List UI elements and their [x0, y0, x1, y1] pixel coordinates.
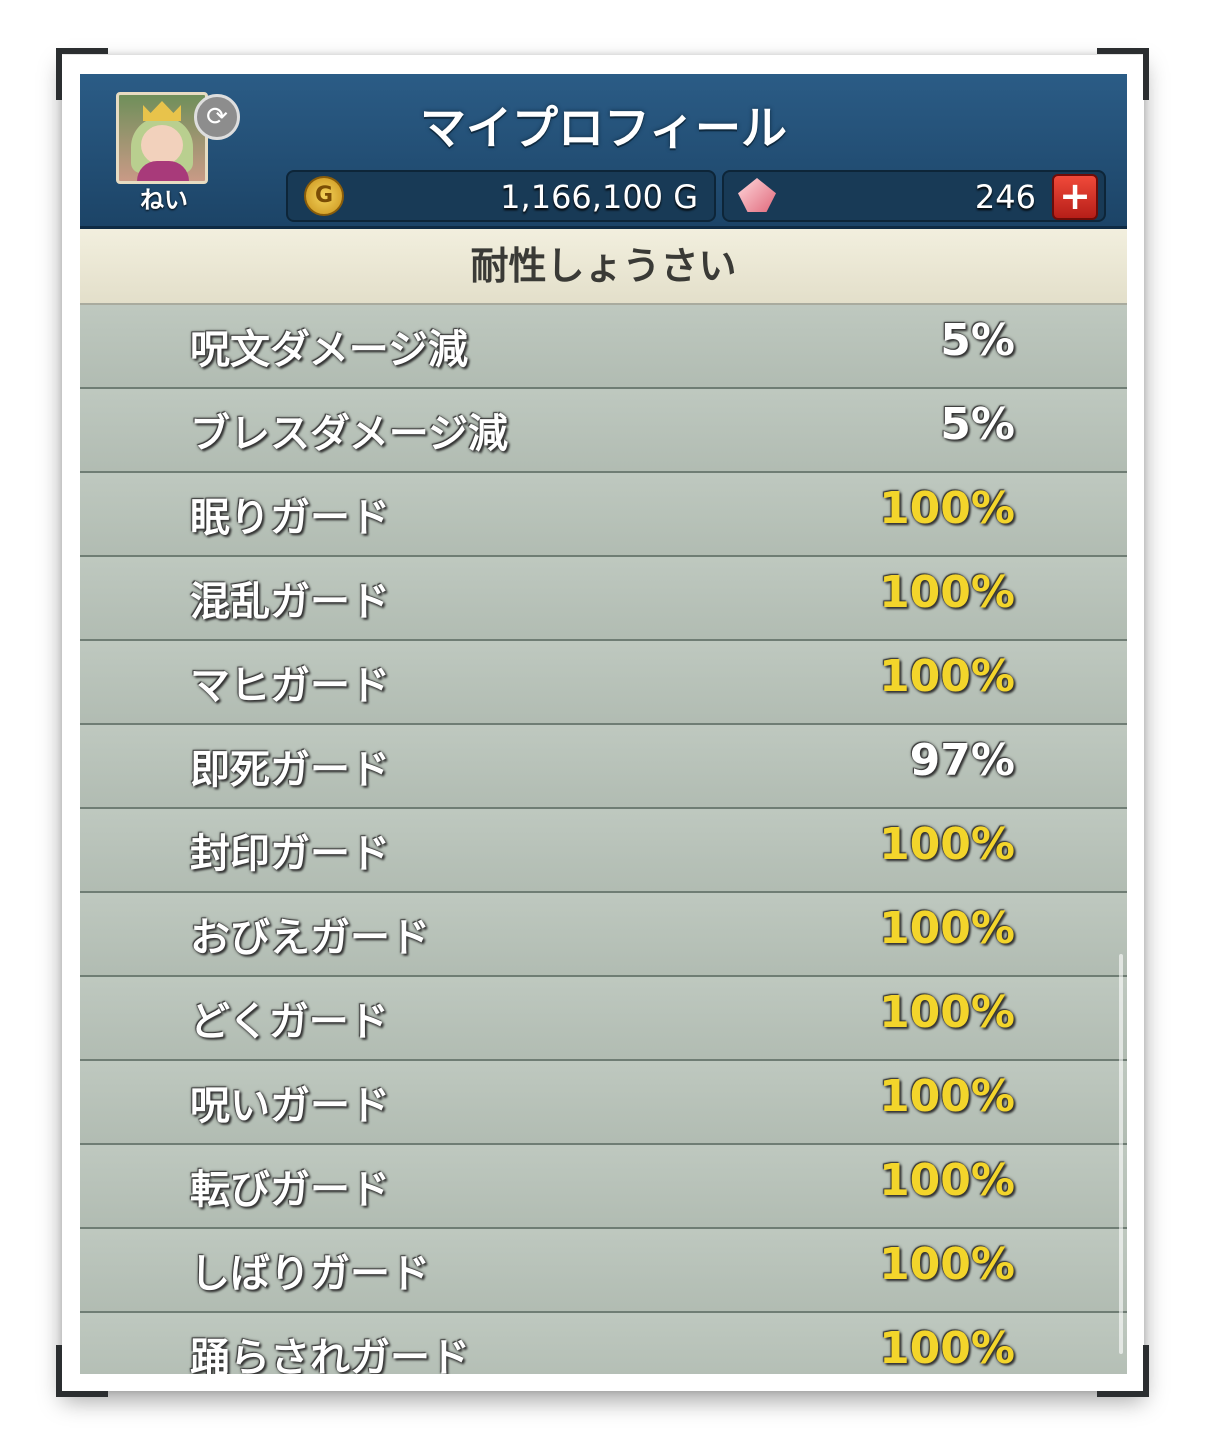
resistance-value: 100% — [879, 567, 1015, 618]
resistance-value: 100% — [879, 1071, 1015, 1122]
resistance-label: 封印ガード — [190, 831, 390, 877]
resistance-label: 呪いガード — [190, 1083, 390, 1129]
list-item: 即死ガード 97% — [80, 725, 1127, 809]
resistance-label: 踊らされガード — [190, 1335, 470, 1374]
resistance-value: 100% — [879, 987, 1015, 1038]
resistance-value: 5% — [940, 315, 1015, 366]
page-title: マイプロフィール — [419, 101, 788, 155]
resistance-value: 100% — [879, 819, 1015, 870]
resistance-value: 100% — [879, 903, 1015, 954]
resistance-value: 5% — [940, 399, 1015, 450]
resistance-label: 混乱ガード — [190, 579, 390, 625]
resistance-value: 100% — [879, 483, 1015, 534]
resistance-label: 呪文ダメージ減 — [190, 327, 468, 373]
gold-coin-icon: G — [304, 176, 344, 216]
resistance-label: しばりガード — [190, 1251, 430, 1297]
list-item: 混乱ガード 100% — [80, 557, 1127, 641]
list-item: 踊らされガード 100% — [80, 1313, 1127, 1374]
section-title: 耐性しょうさい — [80, 229, 1127, 305]
resistance-label: 即死ガード — [190, 747, 390, 793]
list-item: 呪いガード 100% — [80, 1061, 1127, 1145]
list-item: 呪文ダメージ減 5% — [80, 305, 1127, 389]
resistance-value: 100% — [879, 1239, 1015, 1290]
list-item: しばりガード 100% — [80, 1229, 1127, 1313]
list-item: 封印ガード 100% — [80, 809, 1127, 893]
gem-amount: 246 — [974, 178, 1036, 216]
resistance-value: 100% — [879, 1155, 1015, 1206]
add-gems-button[interactable]: + — [1052, 174, 1098, 220]
resistance-label: どくガード — [190, 999, 389, 1045]
gem-display: 246 + — [722, 170, 1106, 222]
list-item: ブレスダメージ減 5% — [80, 389, 1127, 473]
list-item: おびえガード 100% — [80, 893, 1127, 977]
resistance-label: 眠りガード — [190, 495, 390, 541]
resistance-label: ブレスダメージ減 — [190, 411, 508, 457]
resistance-value: 100% — [879, 1323, 1015, 1374]
username: ねい — [140, 186, 188, 214]
gold-amount: 1,166,100 G — [500, 178, 698, 216]
list-item: マヒガード 100% — [80, 641, 1127, 725]
resistance-label: おびえガード — [190, 915, 430, 961]
gold-display: G 1,166,100 G — [286, 170, 716, 222]
scrollbar[interactable] — [1119, 954, 1123, 1354]
app-screen: ⟳ ねい マイプロフィール G 1,166,100 G 246 + 耐性しょうさ… — [80, 74, 1127, 1374]
resistance-label: マヒガード — [190, 663, 390, 709]
resistance-list: 呪文ダメージ減 5% ブレスダメージ減 5% 眠りガード 100% 混乱ガード … — [80, 305, 1127, 1374]
list-item: どくガード 100% — [80, 977, 1127, 1061]
resistance-value: 100% — [879, 651, 1015, 702]
profile-header: ⟳ ねい マイプロフィール G 1,166,100 G 246 + — [80, 74, 1127, 229]
gem-icon — [738, 178, 776, 212]
list-item: 眠りガード 100% — [80, 473, 1127, 557]
list-item: 転びガード 100% — [80, 1145, 1127, 1229]
resistance-value: 97% — [909, 735, 1015, 786]
resistance-label: 転びガード — [190, 1167, 390, 1213]
